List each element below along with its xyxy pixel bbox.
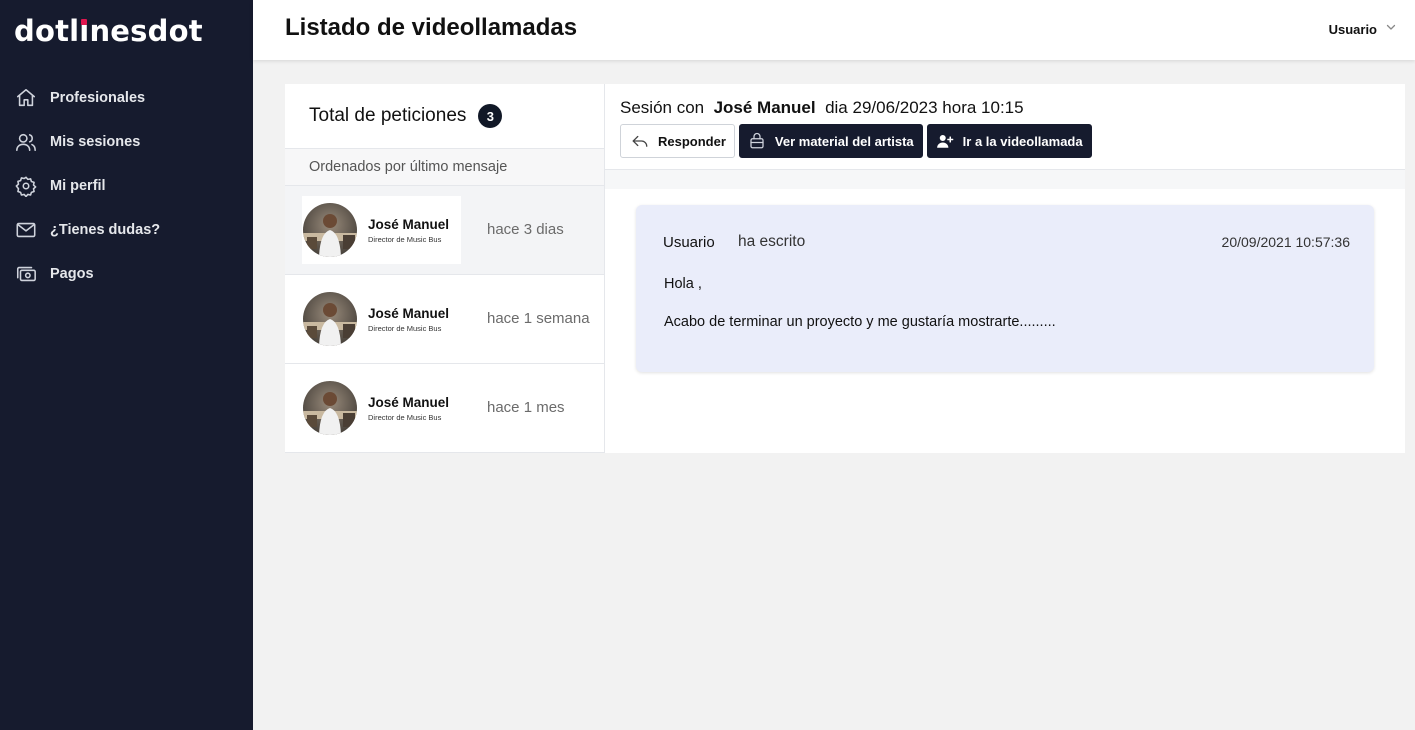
avatar bbox=[303, 292, 357, 346]
requests-title: Total de peticiones bbox=[309, 105, 467, 126]
join-videocall-button-label: Ir a la videollamada bbox=[962, 133, 1083, 149]
logo[interactable]: dotlı nesdot bbox=[14, 14, 203, 48]
message-author: Usuario bbox=[663, 234, 715, 251]
session-prefix: Sesión con bbox=[620, 98, 705, 117]
sidebar-item-label: Profesionales bbox=[50, 90, 146, 106]
sidebar-item-label: Pagos bbox=[50, 266, 94, 282]
panel-divider bbox=[605, 169, 1405, 189]
requests-panel: Total de peticiones 3 Ordenados por últi… bbox=[285, 84, 605, 453]
chevron-down-icon bbox=[1385, 20, 1397, 38]
sidebar-item-tienes-dudas[interactable]: ¿Tienes dudas? bbox=[0, 208, 253, 252]
gear-icon bbox=[15, 175, 37, 197]
user-name: Usuario bbox=[1328, 21, 1377, 37]
user-menu[interactable]: Usuario bbox=[1329, 20, 1397, 38]
artist-name: José Manuel bbox=[368, 394, 450, 410]
artist-card: José Manuel Director de Music Bus bbox=[302, 196, 461, 264]
page-title: Listado de videollamadas bbox=[285, 14, 578, 41]
artist-role: Director de Music Bus bbox=[368, 412, 442, 422]
reply-button[interactable]: Responder bbox=[620, 124, 735, 158]
reply-icon bbox=[631, 132, 649, 150]
request-item[interactable]: José Manuel Director de Music Bus hace 1… bbox=[285, 275, 604, 364]
avatar bbox=[303, 381, 357, 435]
artist-role: Director de Music Bus bbox=[368, 323, 442, 333]
sidebar: dotlı nesdot Profesionales Mis sesiones M… bbox=[0, 0, 253, 730]
artist-card: José Manuel Director de Music Bus bbox=[302, 285, 461, 353]
view-material-button[interactable]: Ver material del artista bbox=[738, 124, 923, 158]
artist-name: José Manuel bbox=[368, 216, 450, 232]
message-greeting: Hola , bbox=[664, 276, 702, 292]
join-videocall-button[interactable]: Ir a la videollamada bbox=[926, 124, 1092, 158]
artist-name: José Manuel bbox=[368, 305, 450, 321]
session-datetime: dia 29/06/2023 hora 10:15 bbox=[825, 98, 1024, 117]
request-time: hace 3 dias bbox=[487, 221, 564, 238]
sidebar-item-profesionales[interactable]: Profesionales bbox=[0, 76, 253, 120]
view-material-button-label: Ver material del artista bbox=[774, 133, 914, 149]
session-artist-name: José Manuel bbox=[713, 98, 816, 117]
session-actions: Responder Ver material del artista Ir a … bbox=[620, 124, 1096, 158]
top-header: Listado de videollamadas Usuario bbox=[253, 0, 1415, 60]
briefcase-icon bbox=[748, 132, 766, 150]
sidebar-nav: Profesionales Mis sesiones Mi perfil ¿Ti… bbox=[0, 76, 253, 296]
request-time: hace 1 mes bbox=[487, 399, 565, 416]
sidebar-item-label: Mis sesiones bbox=[50, 134, 141, 150]
logo-i: ı bbox=[79, 14, 90, 48]
users-icon bbox=[15, 131, 37, 153]
message-body: Acabo de terminar un proyecto y me gusta… bbox=[664, 314, 1056, 330]
message-verb: ha escrito bbox=[738, 233, 806, 250]
sidebar-item-mi-perfil[interactable]: Mi perfil bbox=[0, 164, 253, 208]
sidebar-item-label: ¿Tienes dudas? bbox=[50, 222, 161, 238]
sidebar-item-label: Mi perfil bbox=[50, 178, 106, 194]
message-date: 20/09/2021 10:57:36 bbox=[1221, 234, 1350, 250]
request-item[interactable]: José Manuel Director de Music Bus hace 1… bbox=[285, 364, 604, 453]
logo-accent-dot bbox=[81, 19, 88, 25]
user-plus-icon bbox=[936, 132, 954, 150]
artist-card: José Manuel Director de Music Bus bbox=[302, 374, 461, 442]
artist-role: Director de Music Bus bbox=[368, 234, 442, 244]
mail-icon bbox=[15, 219, 37, 241]
requests-count-badge: 3 bbox=[478, 104, 503, 128]
reply-button-label: Responder bbox=[658, 133, 726, 149]
sort-label: Ordenados por último mensaje bbox=[285, 149, 604, 186]
cash-icon bbox=[15, 263, 37, 285]
request-time: hace 1 semana bbox=[487, 310, 590, 327]
home-icon bbox=[15, 87, 37, 109]
sidebar-item-mis-sesiones[interactable]: Mis sesiones bbox=[0, 120, 253, 164]
requests-header: Total de peticiones 3 bbox=[285, 84, 604, 149]
message-card: Usuario ha escrito 20/09/2021 10:57:36 H… bbox=[636, 205, 1374, 372]
request-item[interactable]: José Manuel Director de Music Bus hace 3… bbox=[285, 186, 604, 275]
session-title: Sesión con José Manuel dia 29/06/2023 ho… bbox=[620, 98, 1024, 118]
session-detail-panel: Sesión con José Manuel dia 29/06/2023 ho… bbox=[605, 84, 1405, 453]
logo-suffix: nesdot bbox=[89, 14, 203, 48]
avatar bbox=[303, 203, 357, 257]
sidebar-item-pagos[interactable]: Pagos bbox=[0, 252, 253, 296]
logo-prefix: dotl bbox=[14, 14, 80, 48]
